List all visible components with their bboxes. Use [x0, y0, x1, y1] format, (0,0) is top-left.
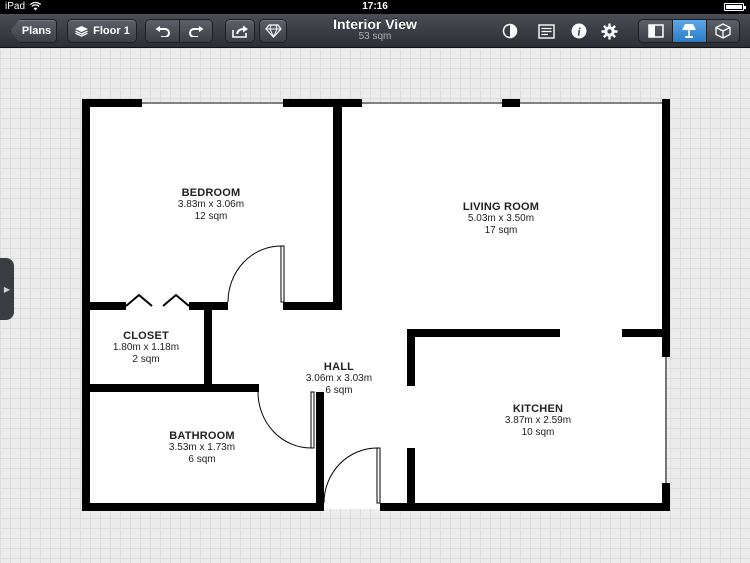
share-button[interactable] [225, 19, 255, 43]
room-dimensions: 3.53m x 1.73m [168, 442, 236, 453]
room-dimensions: 3.83m x 3.06m [177, 199, 245, 210]
room-area: 17 sqm [484, 225, 518, 236]
room-area: 6 sqm [188, 454, 216, 465]
3d-box-icon [715, 23, 731, 39]
floor-plan [82, 99, 670, 511]
room-dimensions: 1.80m x 1.18m [112, 342, 180, 353]
room-name: BATHROOM [169, 430, 235, 442]
notes-button[interactable] [537, 22, 555, 40]
page-subtitle: 53 sqm [358, 31, 392, 42]
gear-icon [601, 23, 617, 39]
room-area: 6 sqm [325, 385, 353, 396]
floor-selector-button[interactable]: Floor 1 [67, 19, 137, 43]
room-area: 2 sqm [132, 354, 160, 365]
toolbar: Plans Floor 1 Interior View 53 sqm i [0, 14, 750, 48]
redo-icon [189, 25, 204, 37]
room-dimensions: 3.06m x 3.03m [305, 373, 373, 384]
contrast-button[interactable] [501, 22, 519, 40]
lamp-icon [682, 24, 697, 38]
diamond-icon [264, 24, 282, 38]
room-name: KITCHEN [512, 403, 564, 415]
floor-label: Floor 1 [93, 25, 130, 37]
layout-view-button[interactable] [639, 20, 673, 42]
room-area: 12 sqm [194, 211, 228, 222]
redo-button[interactable] [179, 20, 212, 42]
view-mode-group [638, 19, 740, 43]
status-bar: iPad 17:16 [0, 0, 750, 14]
side-panel-handle[interactable]: ▶ [0, 258, 14, 320]
battery-icon [724, 3, 746, 11]
info-icon: i [571, 23, 587, 39]
layout-icon [647, 24, 664, 38]
interior-view-button[interactable] [672, 20, 706, 42]
room-name: BEDROOM [181, 187, 241, 199]
room-label-hall[interactable]: HALL 3.06m x 3.03m 6 sqm [284, 361, 394, 397]
layers-icon [75, 26, 89, 37]
undo-redo-group [145, 19, 213, 43]
room-name: LIVING ROOM [462, 201, 540, 213]
3d-view-button[interactable] [705, 20, 739, 42]
plans-back-button[interactable]: Plans [10, 19, 57, 43]
room-dimensions: 5.03m x 3.50m [467, 213, 535, 224]
room-name: HALL [323, 361, 355, 373]
undo-icon [155, 25, 170, 37]
notes-icon [537, 23, 555, 39]
info-button[interactable]: i [570, 22, 588, 40]
room-label-closet[interactable]: CLOSET 1.80m x 1.18m 2 sqm [91, 330, 201, 366]
room-dimensions: 3.87m x 2.59m [504, 415, 572, 426]
premium-button[interactable] [259, 19, 287, 43]
room-label-living-room[interactable]: LIVING ROOM 5.03m x 3.50m 17 sqm [441, 201, 561, 237]
contrast-icon [502, 23, 518, 39]
room-label-bedroom[interactable]: BEDROOM 3.83m x 3.06m 12 sqm [151, 187, 271, 223]
page-title-block: Interior View 53 sqm [300, 16, 450, 42]
plans-back-label: Plans [21, 25, 52, 37]
room-name: CLOSET [123, 330, 169, 342]
settings-button[interactable] [600, 22, 618, 40]
undo-button[interactable] [146, 20, 179, 42]
share-icon [231, 25, 248, 38]
page-title: Interior View [333, 16, 417, 32]
expand-arrow-icon: ▶ [3, 284, 11, 294]
room-label-kitchen[interactable]: KITCHEN 3.87m x 2.59m 10 sqm [483, 403, 593, 439]
status-time: 17:16 [362, 1, 388, 12]
room-label-bathroom[interactable]: BATHROOM 3.53m x 1.73m 6 sqm [147, 430, 257, 466]
room-area: 10 sqm [521, 427, 555, 438]
